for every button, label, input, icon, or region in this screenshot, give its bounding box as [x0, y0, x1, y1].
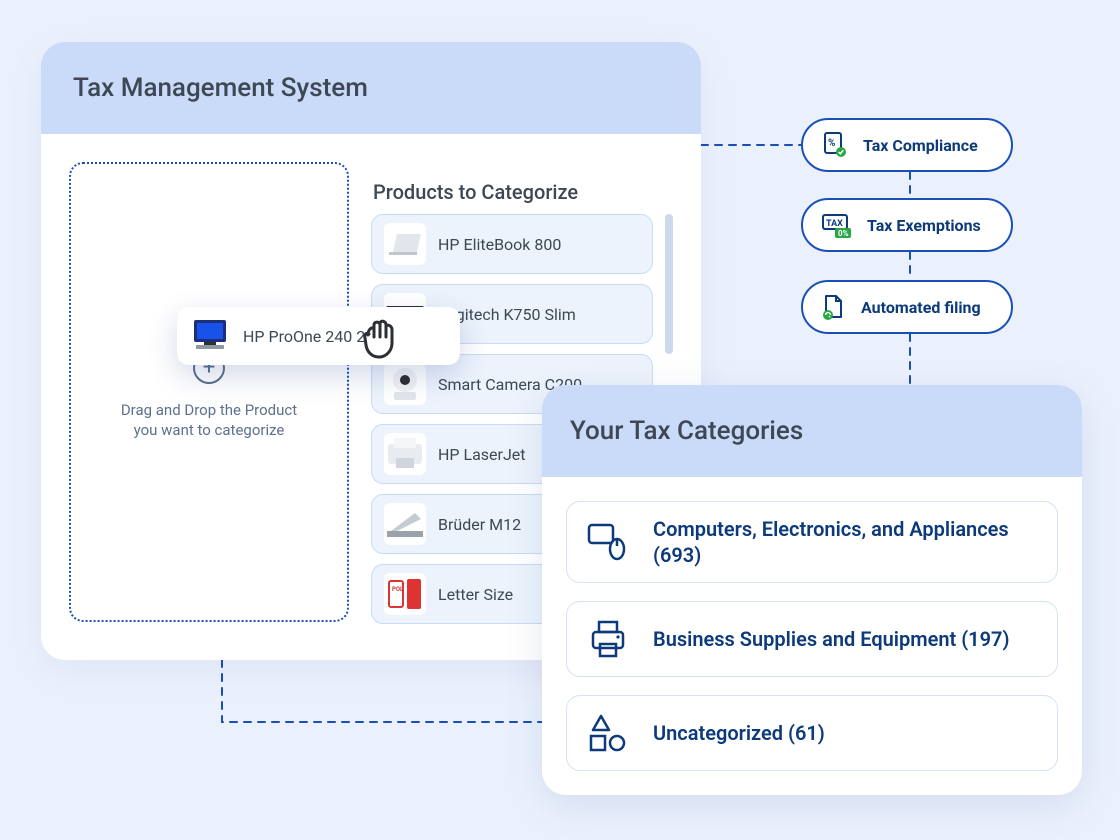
all-in-one-pc-icon — [189, 315, 231, 357]
computer-mouse-icon — [585, 519, 631, 565]
tax-exemptions-pill[interactable]: TAX 0% Tax Exemptions — [801, 198, 1013, 252]
stapler-icon — [384, 503, 426, 545]
printer-category-icon — [585, 616, 631, 662]
grab-cursor-icon — [353, 313, 403, 363]
paper-ream-icon: POL — [384, 573, 426, 615]
category-item[interactable]: Computers, Electronics, and Appliances (… — [566, 501, 1058, 583]
automated-filing-pill[interactable]: Automated filing — [801, 280, 1013, 334]
dragging-product[interactable]: HP ProOne 240 23.8" — [177, 307, 460, 365]
product-item[interactable]: HP EliteBook 800 — [371, 214, 653, 274]
categories-title: Your Tax Categories — [570, 416, 803, 446]
tax-categories-panel: Your Tax Categories Computers, Electroni… — [542, 385, 1082, 795]
category-label: Computers, Electronics, and Appliances (… — [653, 516, 1039, 568]
printer-icon — [384, 433, 426, 475]
categories-header: Your Tax Categories — [542, 385, 1082, 477]
pill-label: Automated filing — [861, 298, 981, 317]
camera-icon — [384, 363, 426, 405]
category-label: Uncategorized (61) — [653, 720, 825, 746]
svg-text:TAX: TAX — [826, 219, 843, 229]
dropzone-hint: Drag and Drop the Product you want to ca… — [109, 400, 309, 441]
svg-text:POL: POL — [392, 586, 404, 593]
product-name: Letter Size — [438, 585, 513, 604]
compliance-icon: % — [821, 131, 849, 159]
pill-label: Tax Exemptions — [867, 216, 981, 235]
product-name: HP LaserJet — [438, 445, 526, 464]
svg-text:0%: 0% — [838, 229, 849, 238]
product-name: HP EliteBook 800 — [438, 235, 561, 254]
svg-text:%: % — [828, 138, 835, 149]
product-name: Brüder M12 — [438, 515, 521, 534]
main-panel-header: Tax Management System — [41, 42, 701, 134]
category-item[interactable]: Business Supplies and Equipment (197) — [566, 601, 1058, 677]
products-scrollbar[interactable] — [665, 214, 673, 354]
main-panel-title: Tax Management System — [73, 73, 368, 103]
pill-label: Tax Compliance — [863, 136, 978, 155]
dropzone[interactable]: + Drag and Drop the Product you want to … — [69, 162, 349, 622]
category-label: Business Supplies and Equipment (197) — [653, 626, 1009, 652]
tax-compliance-pill[interactable]: % Tax Compliance — [801, 118, 1013, 172]
products-heading: Products to Categorize — [373, 180, 673, 204]
category-item[interactable]: Uncategorized (61) — [566, 695, 1058, 771]
exemptions-icon: TAX 0% — [821, 211, 853, 239]
laptop-icon — [384, 223, 426, 265]
shapes-icon — [585, 710, 631, 756]
filing-icon — [821, 293, 847, 321]
